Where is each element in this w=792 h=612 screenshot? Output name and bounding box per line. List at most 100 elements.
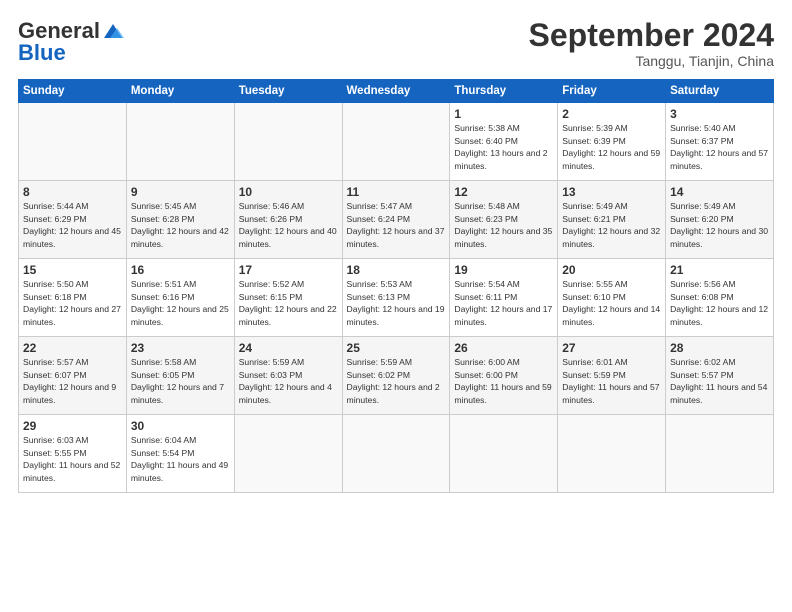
day-info: Sunrise: 5:59 AMSunset: 6:03 PMDaylight:… — [239, 356, 338, 406]
day-number: 14 — [670, 185, 769, 199]
day-info: Sunrise: 5:45 AMSunset: 6:28 PMDaylight:… — [131, 200, 230, 250]
day-info: Sunrise: 6:01 AMSunset: 5:59 PMDaylight:… — [562, 356, 661, 406]
day-info: Sunrise: 5:53 AMSunset: 6:13 PMDaylight:… — [347, 278, 446, 328]
day-cell-26: 26Sunrise: 6:00 AMSunset: 6:00 PMDayligh… — [450, 337, 558, 415]
day-number: 22 — [23, 341, 122, 355]
day-cell-29: 29Sunrise: 6:03 AMSunset: 5:55 PMDayligh… — [19, 415, 127, 493]
month-title: September 2024 — [529, 18, 774, 53]
day-number: 26 — [454, 341, 553, 355]
logo-blue: Blue — [18, 40, 66, 66]
empty-cell — [342, 415, 450, 493]
day-info: Sunrise: 5:49 AMSunset: 6:21 PMDaylight:… — [562, 200, 661, 250]
day-cell-25: 25Sunrise: 5:59 AMSunset: 6:02 PMDayligh… — [342, 337, 450, 415]
col-header-saturday: Saturday — [666, 80, 774, 103]
empty-cell — [19, 103, 127, 181]
day-info: Sunrise: 6:02 AMSunset: 5:57 PMDaylight:… — [670, 356, 769, 406]
week-row-3: 15Sunrise: 5:50 AMSunset: 6:18 PMDayligh… — [19, 259, 774, 337]
empty-cell — [666, 415, 774, 493]
day-number: 15 — [23, 263, 122, 277]
day-info: Sunrise: 5:55 AMSunset: 6:10 PMDaylight:… — [562, 278, 661, 328]
day-cell-1: 1Sunrise: 5:38 AMSunset: 6:40 PMDaylight… — [450, 103, 558, 181]
week-row-4: 22Sunrise: 5:57 AMSunset: 6:07 PMDayligh… — [19, 337, 774, 415]
day-number: 12 — [454, 185, 553, 199]
day-number: 27 — [562, 341, 661, 355]
week-row-1: 1Sunrise: 5:38 AMSunset: 6:40 PMDaylight… — [19, 103, 774, 181]
day-number: 16 — [131, 263, 230, 277]
day-number: 1 — [454, 107, 553, 121]
day-cell-10: 10Sunrise: 5:46 AMSunset: 6:26 PMDayligh… — [234, 181, 342, 259]
day-info: Sunrise: 5:51 AMSunset: 6:16 PMDaylight:… — [131, 278, 230, 328]
empty-cell — [558, 415, 666, 493]
logo-icon — [102, 22, 124, 40]
day-number: 21 — [670, 263, 769, 277]
day-number: 24 — [239, 341, 338, 355]
day-number: 3 — [670, 107, 769, 121]
day-info: Sunrise: 5:39 AMSunset: 6:39 PMDaylight:… — [562, 122, 661, 172]
day-cell-16: 16Sunrise: 5:51 AMSunset: 6:16 PMDayligh… — [126, 259, 234, 337]
day-info: Sunrise: 5:59 AMSunset: 6:02 PMDaylight:… — [347, 356, 446, 406]
title-block: September 2024 Tanggu, Tianjin, China — [529, 18, 774, 69]
day-info: Sunrise: 5:49 AMSunset: 6:20 PMDaylight:… — [670, 200, 769, 250]
day-cell-19: 19Sunrise: 5:54 AMSunset: 6:11 PMDayligh… — [450, 259, 558, 337]
day-cell-14: 14Sunrise: 5:49 AMSunset: 6:20 PMDayligh… — [666, 181, 774, 259]
day-cell-30: 30Sunrise: 6:04 AMSunset: 5:54 PMDayligh… — [126, 415, 234, 493]
day-info: Sunrise: 5:56 AMSunset: 6:08 PMDaylight:… — [670, 278, 769, 328]
day-info: Sunrise: 6:00 AMSunset: 6:00 PMDaylight:… — [454, 356, 553, 406]
day-number: 30 — [131, 419, 230, 433]
day-cell-11: 11Sunrise: 5:47 AMSunset: 6:24 PMDayligh… — [342, 181, 450, 259]
day-cell-3: 3Sunrise: 5:40 AMSunset: 6:37 PMDaylight… — [666, 103, 774, 181]
empty-cell — [234, 415, 342, 493]
day-number: 18 — [347, 263, 446, 277]
day-cell-27: 27Sunrise: 6:01 AMSunset: 5:59 PMDayligh… — [558, 337, 666, 415]
empty-cell — [450, 415, 558, 493]
day-number: 17 — [239, 263, 338, 277]
day-cell-20: 20Sunrise: 5:55 AMSunset: 6:10 PMDayligh… — [558, 259, 666, 337]
day-info: Sunrise: 5:46 AMSunset: 6:26 PMDaylight:… — [239, 200, 338, 250]
day-cell-15: 15Sunrise: 5:50 AMSunset: 6:18 PMDayligh… — [19, 259, 127, 337]
day-cell-13: 13Sunrise: 5:49 AMSunset: 6:21 PMDayligh… — [558, 181, 666, 259]
day-info: Sunrise: 5:54 AMSunset: 6:11 PMDaylight:… — [454, 278, 553, 328]
day-cell-23: 23Sunrise: 5:58 AMSunset: 6:05 PMDayligh… — [126, 337, 234, 415]
col-header-tuesday: Tuesday — [234, 80, 342, 103]
day-cell-24: 24Sunrise: 5:59 AMSunset: 6:03 PMDayligh… — [234, 337, 342, 415]
day-number: 11 — [347, 185, 446, 199]
day-number: 20 — [562, 263, 661, 277]
col-header-wednesday: Wednesday — [342, 80, 450, 103]
empty-cell — [234, 103, 342, 181]
day-number: 8 — [23, 185, 122, 199]
day-info: Sunrise: 5:58 AMSunset: 6:05 PMDaylight:… — [131, 356, 230, 406]
day-cell-2: 2Sunrise: 5:39 AMSunset: 6:39 PMDaylight… — [558, 103, 666, 181]
logo: General Blue — [18, 18, 124, 66]
col-header-monday: Monday — [126, 80, 234, 103]
empty-cell — [342, 103, 450, 181]
day-info: Sunrise: 5:57 AMSunset: 6:07 PMDaylight:… — [23, 356, 122, 406]
day-info: Sunrise: 5:48 AMSunset: 6:23 PMDaylight:… — [454, 200, 553, 250]
location: Tanggu, Tianjin, China — [529, 53, 774, 69]
day-cell-8: 8Sunrise: 5:44 AMSunset: 6:29 PMDaylight… — [19, 181, 127, 259]
day-cell-17: 17Sunrise: 5:52 AMSunset: 6:15 PMDayligh… — [234, 259, 342, 337]
day-info: Sunrise: 5:38 AMSunset: 6:40 PMDaylight:… — [454, 122, 553, 172]
col-header-friday: Friday — [558, 80, 666, 103]
day-cell-12: 12Sunrise: 5:48 AMSunset: 6:23 PMDayligh… — [450, 181, 558, 259]
day-number: 2 — [562, 107, 661, 121]
calendar-table: SundayMondayTuesdayWednesdayThursdayFrid… — [18, 79, 774, 493]
week-row-5: 29Sunrise: 6:03 AMSunset: 5:55 PMDayligh… — [19, 415, 774, 493]
day-info: Sunrise: 5:44 AMSunset: 6:29 PMDaylight:… — [23, 200, 122, 250]
empty-cell — [126, 103, 234, 181]
day-info: Sunrise: 6:04 AMSunset: 5:54 PMDaylight:… — [131, 434, 230, 484]
day-number: 13 — [562, 185, 661, 199]
day-cell-28: 28Sunrise: 6:02 AMSunset: 5:57 PMDayligh… — [666, 337, 774, 415]
day-info: Sunrise: 5:52 AMSunset: 6:15 PMDaylight:… — [239, 278, 338, 328]
day-number: 28 — [670, 341, 769, 355]
day-number: 25 — [347, 341, 446, 355]
day-number: 10 — [239, 185, 338, 199]
day-cell-21: 21Sunrise: 5:56 AMSunset: 6:08 PMDayligh… — [666, 259, 774, 337]
page: General Blue September 2024 Tanggu, Tian… — [0, 0, 792, 612]
day-cell-22: 22Sunrise: 5:57 AMSunset: 6:07 PMDayligh… — [19, 337, 127, 415]
day-info: Sunrise: 6:03 AMSunset: 5:55 PMDaylight:… — [23, 434, 122, 484]
day-info: Sunrise: 5:47 AMSunset: 6:24 PMDaylight:… — [347, 200, 446, 250]
day-number: 9 — [131, 185, 230, 199]
day-cell-9: 9Sunrise: 5:45 AMSunset: 6:28 PMDaylight… — [126, 181, 234, 259]
day-info: Sunrise: 5:50 AMSunset: 6:18 PMDaylight:… — [23, 278, 122, 328]
header: General Blue September 2024 Tanggu, Tian… — [18, 18, 774, 69]
